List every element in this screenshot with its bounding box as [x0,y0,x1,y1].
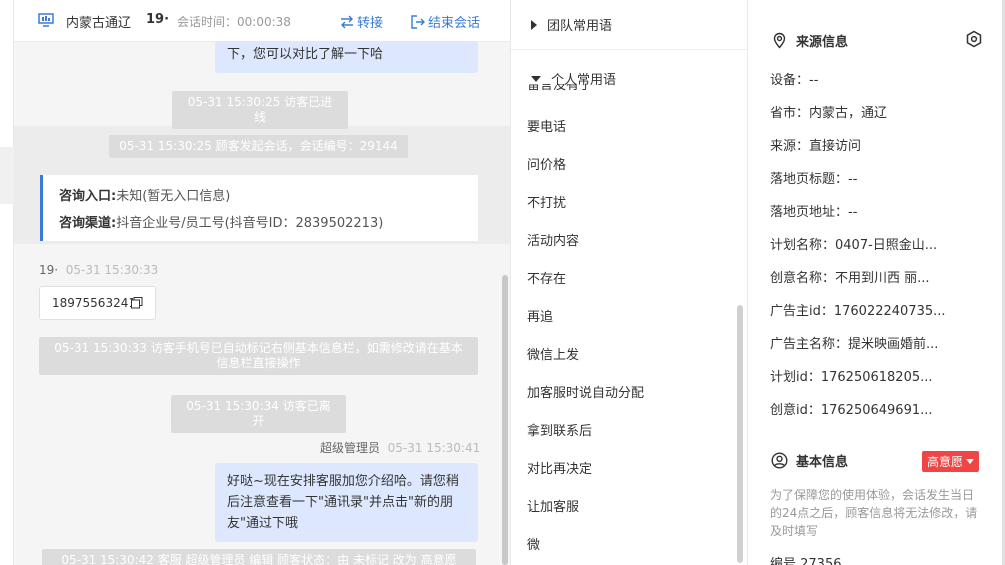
phrase-item-clipped-label: 留言没有了 [527,84,593,92]
consult-entry-label: 咨询入口: [59,189,117,204]
system-message: 05-31 15:30:34 访客已离开 [171,395,346,433]
chat-panel: 内蒙古通辽 19· 会话时间：00:00:38 转接 结束会话 下，您可以对比了 [14,0,510,565]
user-circle-icon [771,452,788,469]
team-phrases-group[interactable]: 团队常用语 [531,15,612,34]
field-advertiser-id: 广告主id：176022240735... [770,304,946,319]
field-creative-name: 创意名称：不用到川西 丽... [770,271,930,286]
field-serial: 编号 27356 [770,557,842,565]
consult-channel: 咨询渠道:抖音企业号/员工号(抖音号ID：2839502213) [59,210,462,237]
source-info-title: 来源信息 [796,35,849,50]
phrase-item[interactable]: 让加客服 [527,496,579,515]
chat-header: 内蒙古通辽 19· 会话时间：00:00:38 转接 结束会话 [14,0,510,42]
system-message: 05-31 15:30:42 客服 超级管理员 编辑 顾客状态：由 未标记 改为… [42,549,476,565]
location-pin-icon [773,32,786,49]
basic-info-title: 基本信息 [796,455,849,470]
agent-meta: 超级管理员 05-31 15:30:41 [320,439,480,456]
intent-status-label: 高意愿 [927,455,964,469]
field-region: 省市：内蒙古，通辽 [770,106,888,121]
consult-info-card: 咨询入口:未知(暂无入口信息) 咨询渠道:抖音企业号/员工号(抖音号ID：283… [40,175,478,241]
visitor-info-panel: 来源信息 设备：-- 省市：内蒙古，通辽 来源：直接访问 落地页标题：-- 落地… [749,0,1005,565]
phrases-panel: 团队常用语 个人常用语 留言没有了 要电话 问价格 不打扰 活动内容 不存在 再… [510,0,748,565]
phrase-item[interactable]: 拿到联系后 [527,420,592,439]
caret-right-icon [531,19,537,30]
visitor-time: 05-31 15:30:33 [65,263,159,277]
left-gutter-shade [0,147,14,204]
app-root: 内蒙古通辽 19· 会话时间：00:00:38 转接 结束会话 下，您可以对比了 [0,0,1005,565]
field-advertiser-name: 广告主名称：提米映画婚前... [770,337,939,352]
field-plan-name: 计划名称：0407-日照金山... [770,238,938,253]
caret-down-icon [966,459,975,464]
chat-scrollbar[interactable] [502,275,508,565]
agent-message-bubble: 好哒~现在安排客服加您介绍哈。请您稍后注意查看一下"通讯录"并点击"新的朋友"通… [215,463,478,542]
source-info-header: 来源信息 [771,31,848,50]
system-message: 05-31 15:30:33 访客手机号已自动标记右侧基本信息栏，如需修改请在基… [39,337,478,375]
transfer-icon [341,15,353,28]
agent-name: 超级管理员 [320,441,381,455]
phrase-item[interactable]: 对比再决定 [527,458,592,477]
visitor-meta: 19· 05-31 15:30:33 [39,263,158,277]
phrase-item[interactable]: 问价格 [527,154,566,173]
phrase-item[interactable]: 不存在 [527,268,566,287]
field-device: 设备：-- [770,73,819,88]
field-creative-id: 创意id：176250649691... [770,403,933,418]
settings-icon[interactable] [965,30,983,48]
consult-entry: 咨询入口:未知(暂无入口信息) [59,183,462,210]
phrases-scrollbar[interactable] [737,305,743,563]
phrase-item[interactable]: 微信上发 [527,344,579,363]
edit-notice: 为了保障您的使用体验，会话发生当日的24点之后，顾客信息将无法修改，请及时填写 [770,488,978,538]
agent-message-bubble: 下，您可以对比了解一下哈 [215,41,478,73]
agent-time: 05-31 15:30:41 [387,441,481,455]
phrase-item[interactable]: 活动内容 [527,230,579,249]
field-plan-id: 计划id：176250618205... [770,370,933,385]
phrase-item[interactable]: 要电话 [527,116,566,135]
phrase-item[interactable]: 加客服时说自动分配 [527,382,644,401]
transfer-button[interactable]: 转接 [340,12,383,31]
field-source: 来源：直接访问 [770,139,862,154]
phrase-item[interactable]: 微 [527,534,540,553]
end-session-button[interactable]: 结束会话 [411,12,480,31]
consult-channel-value: 抖音企业号/员工号(抖音号ID：2839502213) [116,216,384,231]
group-divider [511,49,747,50]
copy-icon[interactable] [131,297,143,309]
left-gutter [0,0,14,565]
caret-down-icon [531,75,541,82]
field-landing-url: 落地页地址：-- [770,205,858,220]
basic-info-header: 基本信息 [771,451,848,470]
phone-message[interactable]: 18975563241 [39,286,156,320]
chat-messages: 下，您可以对比了解一下哈 05-31 15:30:25 访客已进线 05-31 … [14,41,510,565]
visitor-location: 内蒙古通辽 [66,16,132,31]
transfer-label: 转接 [357,16,384,31]
consult-entry-value: 未知(暂无入口信息) [116,189,231,204]
phone-number: 18975563241 [52,296,136,310]
monitor-icon [38,13,54,27]
consult-channel-label: 咨询渠道: [59,216,117,231]
visitor-count: 19· [146,12,170,27]
end-session-label: 结束会话 [428,16,481,31]
intent-status-dropdown[interactable]: 高意愿 [922,451,980,472]
team-phrases-label: 团队常用语 [547,19,613,34]
system-message: 05-31 15:30:25 顾客发起会话，会话编号：29144 [109,135,408,158]
system-message: 05-31 15:30:25 访客已进线 [172,91,348,129]
phrase-item[interactable]: 不打扰 [527,192,566,211]
field-landing-title: 落地页标题：-- [770,172,858,187]
phrase-item[interactable]: 再追 [527,306,553,325]
visitor-id: 19· [39,263,59,277]
phrase-item-clipped[interactable]: 留言没有了 [527,84,607,92]
session-timer: 会话时间：00:00:38 [177,15,291,29]
exit-icon [411,14,425,29]
